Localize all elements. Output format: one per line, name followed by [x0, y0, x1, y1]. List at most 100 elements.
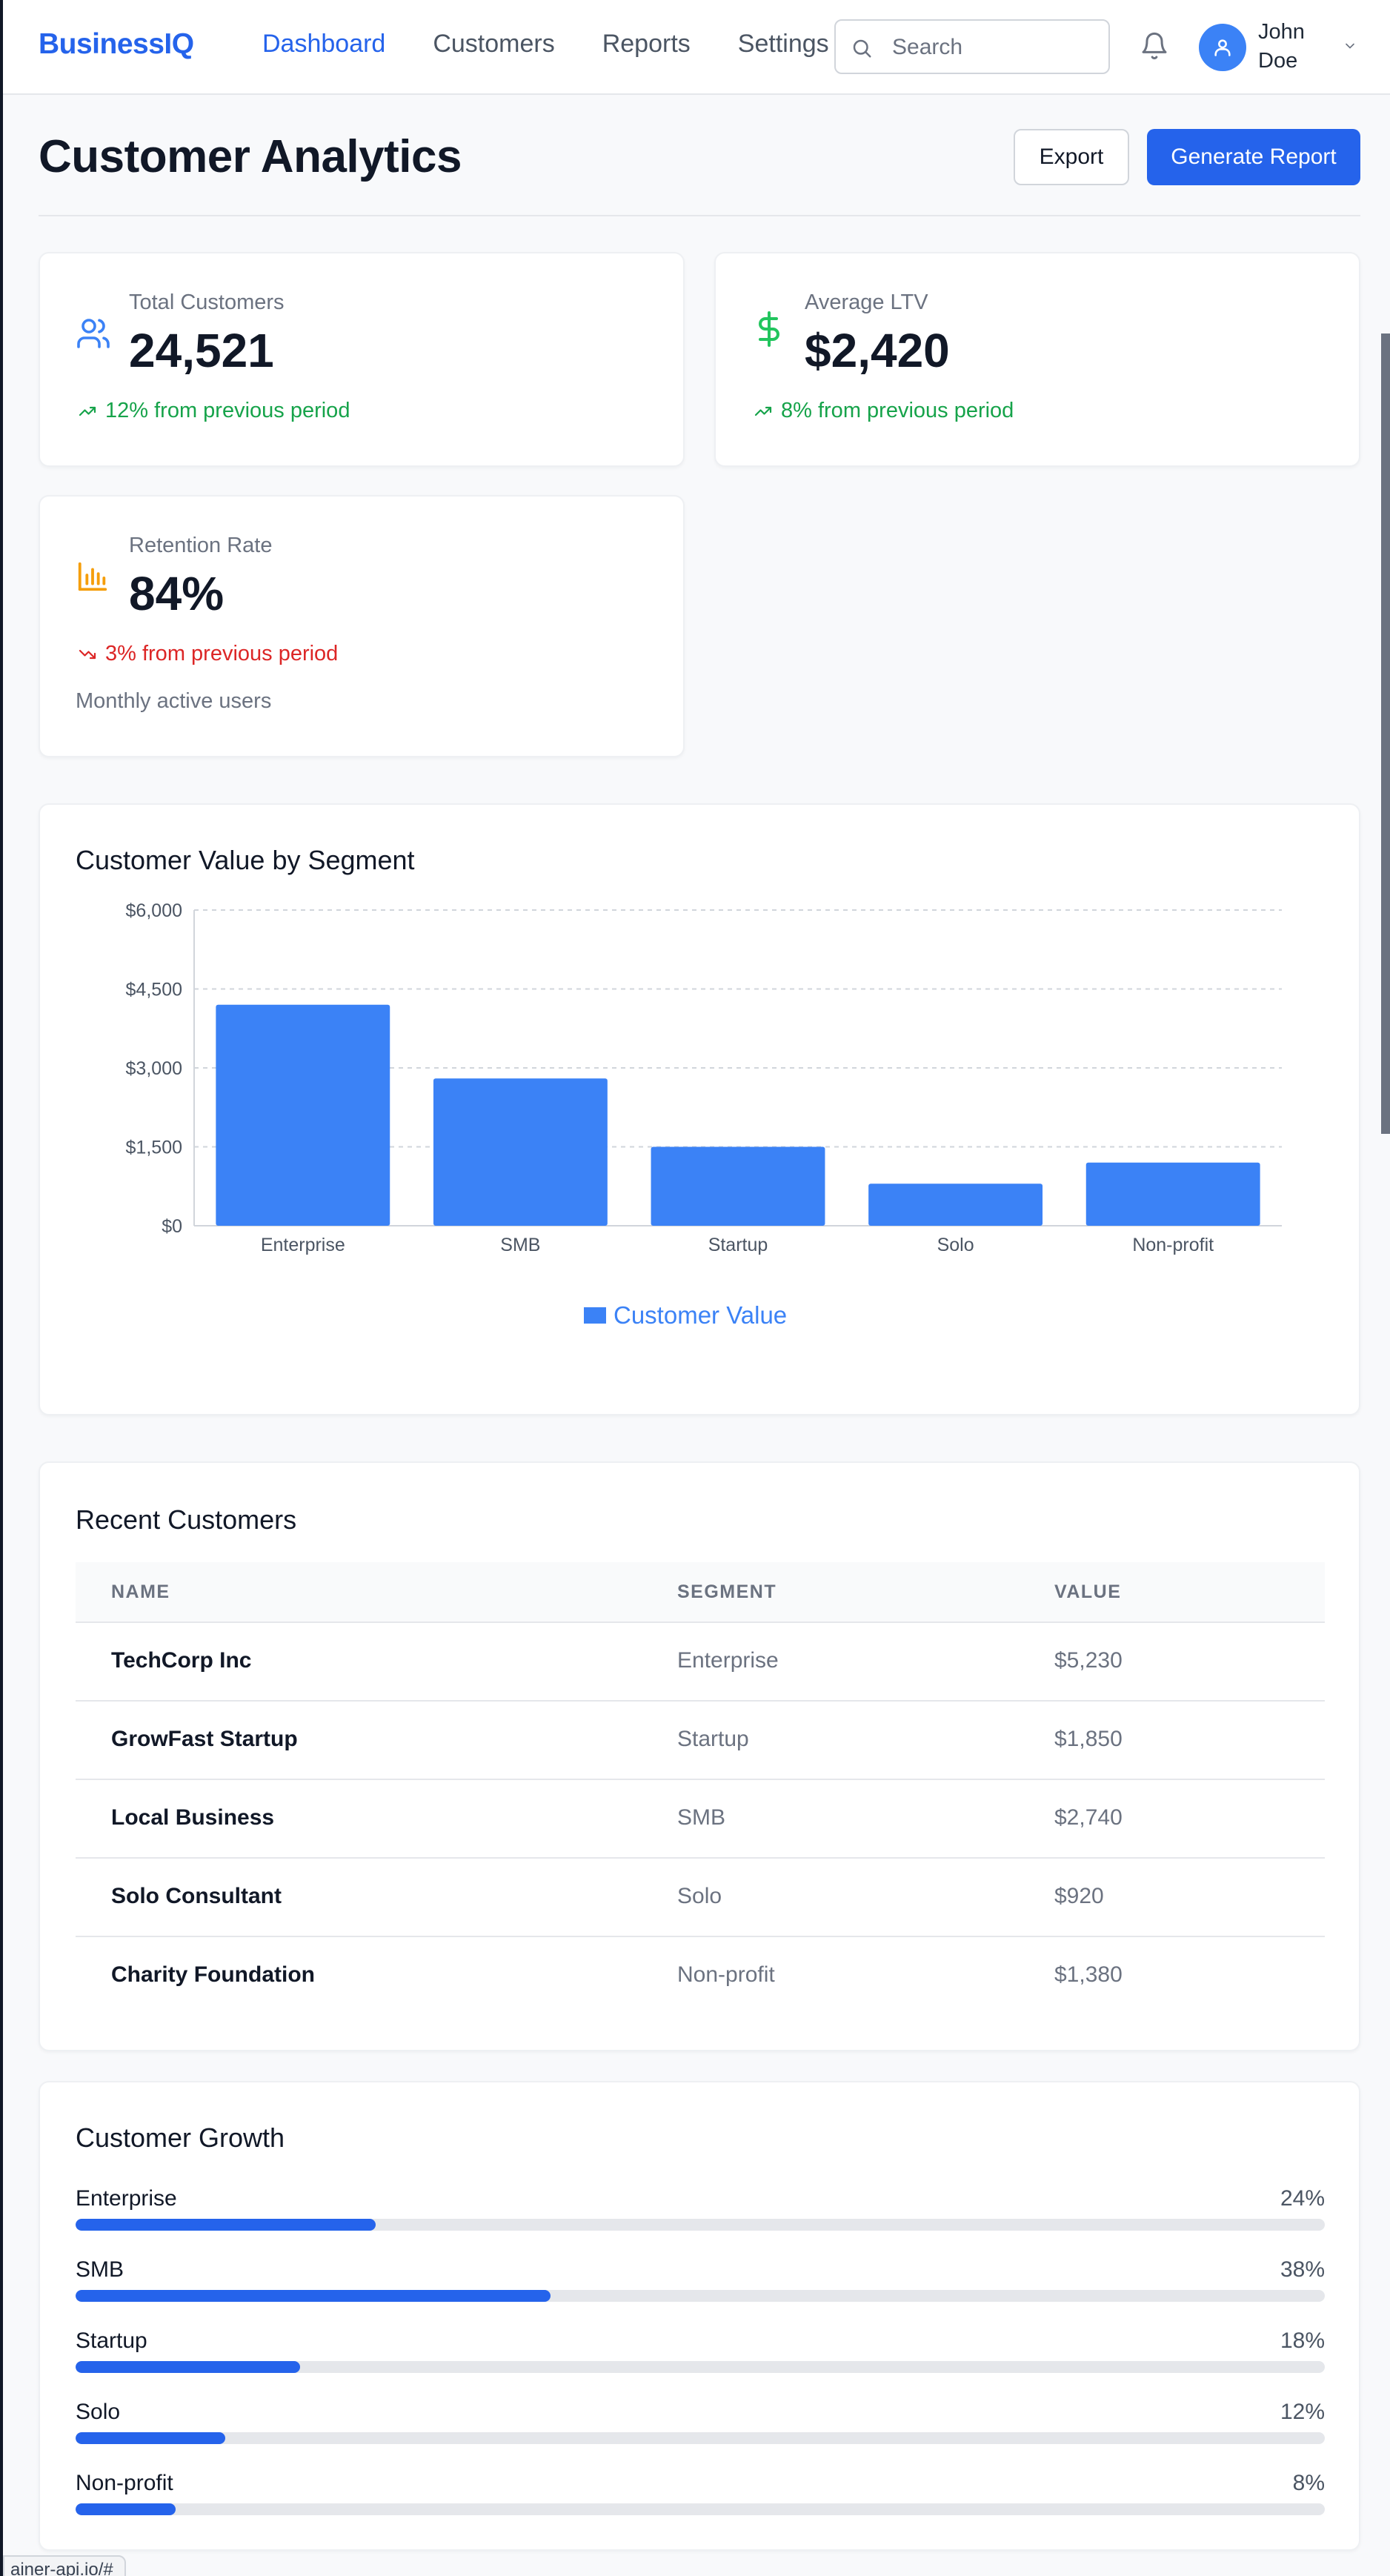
stat-card-total-customers: Total Customers 24,521 12% from previous… [39, 252, 685, 467]
user-name[interactable]: John Doe [1258, 18, 1325, 76]
chart-bar [868, 1184, 1043, 1226]
search-box [834, 19, 1110, 74]
table-row[interactable]: TechCorp Inc Enterprise $5,230 [76, 1623, 1325, 1702]
nav-settings[interactable]: Settings [738, 30, 829, 59]
export-button[interactable]: Export [1014, 129, 1129, 185]
growth-label: Non-profit [76, 2471, 173, 2495]
trending-up-icon [79, 406, 96, 416]
chart-bar [216, 1004, 390, 1226]
search-icon [853, 39, 871, 58]
growth-item-enterprise: Enterprise 24% [76, 2186, 1325, 2238]
customer-segment: SMB [677, 1805, 726, 1830]
notification-bell-icon[interactable] [1140, 30, 1169, 62]
table-row[interactable]: Charity Foundation Non-profit $1,380 [76, 1937, 1325, 2016]
stat-label: Retention Rate [129, 534, 273, 557]
column-header-segment[interactable]: SEGMENT [677, 1581, 777, 1603]
stat-label: Average LTV [805, 291, 928, 314]
users-icon [77, 319, 110, 348]
dollar-icon [759, 311, 779, 347]
customer-value: $920 [1054, 1884, 1104, 1908]
progress-track [76, 2290, 1325, 2302]
progress-track [76, 2432, 1325, 2444]
growth-label: SMB [76, 2257, 124, 2282]
column-header-value[interactable]: VALUE [1054, 1581, 1121, 1603]
growth-percent: 24% [1280, 2186, 1325, 2211]
customer-value: $1,380 [1054, 1962, 1123, 1987]
growth-percent: 38% [1280, 2257, 1325, 2282]
trending-up-icon [754, 406, 772, 416]
customer-name: TechCorp Inc [111, 1648, 252, 1673]
stat-note: Monthly active users [76, 689, 272, 713]
progress-track [76, 2503, 1325, 2515]
growth-percent: 12% [1280, 2400, 1325, 2424]
table-row[interactable]: Solo Consultant Solo $920 [76, 1859, 1325, 1937]
customer-segment: Startup [677, 1727, 749, 1751]
x-tick-label: Non-profit [1132, 1235, 1214, 1255]
stat-value: 84% [129, 567, 225, 620]
brand-logo[interactable]: BusinessIQ [39, 28, 194, 61]
chart-bar [1085, 1162, 1260, 1226]
growth-item-solo: Solo 12% [76, 2400, 1325, 2451]
progress-fill [76, 2290, 551, 2302]
progress-track [76, 2219, 1325, 2231]
progress-fill [76, 2219, 376, 2231]
legend-label: Customer Value [613, 1301, 788, 1329]
stat-label: Total Customers [129, 291, 285, 314]
x-tick-label: Enterprise [261, 1235, 345, 1255]
table-header: NAME SEGMENT VALUE [76, 1562, 1325, 1623]
customer-segment: Solo [677, 1884, 722, 1908]
stat-change-text: 8% from previous period [781, 399, 1014, 422]
x-tick-label: Solo [937, 1235, 974, 1255]
growth-label: Startup [76, 2328, 147, 2353]
growth-title: Customer Growth [76, 2122, 285, 2153]
stat-change: 12% from previous period [76, 399, 350, 423]
stat-value: $2,420 [805, 324, 950, 377]
trending-down-icon [79, 649, 96, 659]
customer-name: Solo Consultant [111, 1884, 282, 1908]
scrollbar[interactable] [1381, 333, 1390, 1134]
x-tick-label: SMB [500, 1235, 540, 1255]
top-navbar: BusinessIQ Dashboard Customers Reports S… [3, 0, 1390, 95]
stat-change-text: 3% from previous period [105, 642, 339, 665]
growth-item-startup: Startup 18% [76, 2328, 1325, 2380]
chart-legend[interactable]: Customer Value [584, 1301, 787, 1330]
growth-item-smb: SMB 38% [76, 2257, 1325, 2309]
table-row[interactable]: GrowFast Startup Startup $1,850 [76, 1702, 1325, 1780]
nav-dashboard[interactable]: Dashboard [262, 30, 385, 59]
customer-value: $5,230 [1054, 1648, 1123, 1673]
divider [39, 215, 1360, 216]
chart-card: Customer Value by Segment $0 $1,500 $3,000… [39, 803, 1360, 1415]
chart-bar [433, 1078, 608, 1226]
main-nav: Dashboard Customers Reports Settings [262, 30, 829, 59]
stat-change: 3% from previous period [76, 642, 338, 666]
y-tick-label: $6,000 [126, 900, 182, 921]
nav-reports[interactable]: Reports [602, 30, 691, 59]
bar-chart-icon [78, 562, 107, 591]
generate-report-button[interactable]: Generate Report [1147, 129, 1360, 185]
customer-segment: Non-profit [677, 1962, 775, 1987]
customer-name: GrowFast Startup [111, 1727, 298, 1751]
y-tick-label: $1,500 [126, 1138, 182, 1158]
chevron-down-icon[interactable] [1341, 39, 1359, 53]
stat-card-average-ltv: Average LTV $2,420 8% from previous peri… [714, 252, 1360, 467]
growth-label: Solo [76, 2400, 121, 2424]
column-header-name[interactable]: NAME [111, 1581, 170, 1603]
table-row[interactable]: Local Business SMB $2,740 [76, 1780, 1325, 1859]
stat-change: 8% from previous period [751, 399, 1014, 423]
y-tick-label: $0 [162, 1216, 182, 1237]
customer-value: $1,850 [1054, 1727, 1123, 1751]
growth-percent: 8% [1292, 2471, 1325, 2495]
progress-fill [76, 2432, 226, 2444]
avatar[interactable] [1199, 24, 1246, 71]
progress-fill [76, 2503, 176, 2515]
customer-segment: Enterprise [677, 1648, 779, 1673]
growth-label: Enterprise [76, 2186, 177, 2211]
growth-percent: 18% [1280, 2328, 1325, 2353]
progress-fill [76, 2361, 301, 2373]
page: BusinessIQ Dashboard Customers Reports S… [0, 0, 1390, 2576]
table-title: Recent Customers [76, 1504, 297, 1535]
nav-customers[interactable]: Customers [433, 30, 554, 59]
recent-customers-card: Recent Customers NAME SEGMENT VALUE Tech… [39, 1461, 1360, 2051]
growth-item-non-profit: Non-profit 8% [76, 2471, 1325, 2523]
search-input[interactable] [892, 33, 1100, 62]
